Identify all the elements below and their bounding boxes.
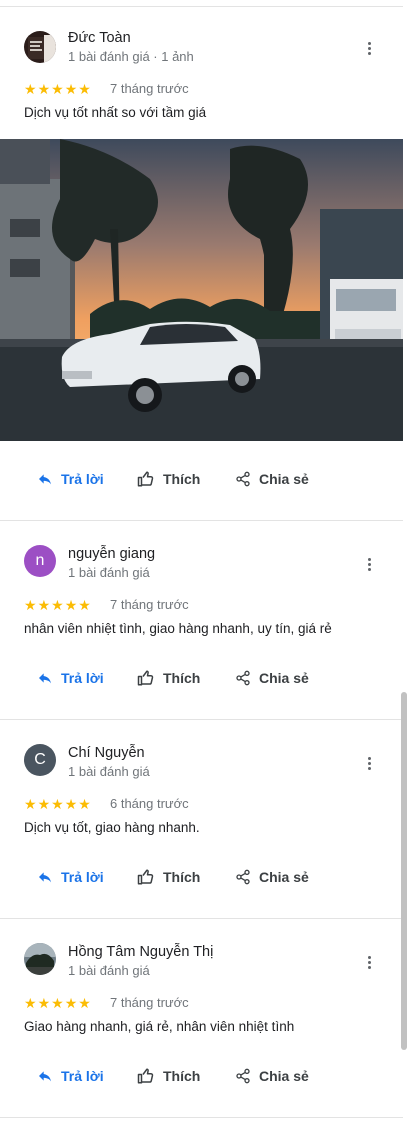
share-button[interactable]: Chia sẻ (235, 865, 309, 889)
star-icon: ★ (78, 597, 91, 613)
review-text: Dịch vụ tốt nhất so với tầm giá (24, 105, 207, 120)
review-text: nhân viên nhiệt tình, giao hàng nhanh, u… (24, 621, 332, 636)
star-icon: ★ (64, 796, 78, 812)
reviewer-meta: 1 bài đánh giá · 1 ảnh (68, 49, 194, 64)
star-icon: ★ (37, 597, 51, 613)
share-button[interactable]: Chia sẻ (235, 1064, 309, 1088)
reply-button[interactable]: Trả lời (37, 1064, 104, 1088)
thumbs-up-icon (137, 1068, 154, 1084)
star-icon: ★ (51, 597, 64, 613)
share-icon (236, 471, 250, 487)
reviewer-meta: 1 bài đánh giá (68, 764, 150, 779)
reply-button[interactable]: Trả lời (37, 865, 104, 889)
star-icon: ★ (51, 796, 64, 812)
avatar[interactable]: n (24, 545, 56, 577)
like-button[interactable]: Thích (137, 865, 200, 889)
reply-button[interactable]: Trả lời (37, 467, 104, 491)
review-divider (0, 918, 403, 919)
avatar-letter: n (35, 552, 45, 569)
review-actions: Trả lời Thích Chia sẻ (0, 865, 403, 889)
star-rating: ★ ★ ★ ★ ★ (24, 82, 91, 96)
thumbs-up-icon (137, 670, 154, 686)
review-divider (0, 719, 403, 720)
review-time: 7 tháng trước (110, 81, 189, 96)
avatar[interactable]: C (24, 744, 56, 776)
star-rating: ★ ★ ★ ★ ★ (24, 996, 91, 1010)
star-icon: ★ (78, 995, 91, 1011)
review-divider (0, 520, 403, 521)
share-label: Chia sẻ (259, 869, 309, 885)
star-rating: ★ ★ ★ ★ ★ (24, 598, 91, 612)
like-label: Thích (163, 1068, 201, 1084)
star-icon: ★ (37, 995, 51, 1011)
share-button[interactable]: Chia sẻ (235, 666, 309, 690)
reviewer-name[interactable]: nguyễn giang (68, 546, 155, 562)
star-icon: ★ (51, 81, 64, 97)
share-label: Chia sẻ (259, 471, 309, 487)
star-icon: ★ (24, 796, 37, 812)
reply-icon (39, 872, 51, 883)
reply-label: Trả lời (61, 1068, 104, 1084)
review-text: Dịch vụ tốt, giao hàng nhanh. (24, 820, 200, 835)
review-time: 6 tháng trước (110, 796, 189, 811)
reply-icon (39, 474, 51, 485)
like-button[interactable]: Thích (137, 1064, 200, 1088)
star-icon: ★ (37, 81, 51, 97)
share-button[interactable]: Chia sẻ (235, 467, 309, 491)
thumbs-up-icon (137, 869, 154, 885)
top-divider (0, 0, 403, 7)
star-icon: ★ (64, 995, 78, 1011)
thumbs-up-icon (137, 471, 154, 487)
reply-label: Trả lời (61, 670, 104, 686)
scrollbar[interactable] (401, 692, 407, 1050)
share-icon (236, 1068, 250, 1084)
more-options-button[interactable] (360, 754, 378, 772)
star-icon: ★ (64, 597, 78, 613)
star-icon: ★ (24, 995, 37, 1011)
reply-icon (39, 1071, 51, 1082)
more-options-button[interactable] (360, 39, 378, 57)
avatar[interactable] (24, 31, 56, 63)
reviewer-name[interactable]: Hồng Tâm Nguyễn Thị (68, 944, 213, 960)
like-button[interactable]: Thích (137, 666, 200, 690)
avatar[interactable] (24, 943, 56, 975)
star-icon: ★ (24, 81, 37, 97)
reviewer-meta: 1 bài đánh giá (68, 565, 150, 580)
star-icon: ★ (37, 796, 51, 812)
more-options-button[interactable] (360, 555, 378, 573)
share-label: Chia sẻ (259, 1068, 309, 1084)
like-button[interactable]: Thích (137, 467, 200, 491)
reply-icon (39, 673, 51, 684)
star-rating: ★ ★ ★ ★ ★ (24, 797, 91, 811)
reviewer-name[interactable]: Chí Nguyễn (68, 745, 145, 761)
star-icon: ★ (64, 81, 78, 97)
review-actions: Trả lời Thích Chia sẻ (0, 1064, 403, 1088)
review-photo[interactable] (0, 139, 403, 441)
star-icon: ★ (78, 796, 91, 812)
share-icon (236, 869, 250, 885)
reviewer-meta: 1 bài đánh giá (68, 963, 150, 978)
reviewer-name[interactable]: Đức Toàn (68, 30, 131, 46)
review-time: 7 tháng trước (110, 597, 189, 612)
share-icon (236, 670, 250, 686)
share-label: Chia sẻ (259, 670, 309, 686)
star-icon: ★ (51, 995, 64, 1011)
review-actions: Trả lời Thích Chia sẻ (0, 666, 403, 690)
reply-label: Trả lời (61, 869, 104, 885)
reply-button[interactable]: Trả lời (37, 666, 104, 690)
star-icon: ★ (78, 81, 91, 97)
review-time: 7 tháng trước (110, 995, 189, 1010)
review-actions: Trả lời Thích Chia sẻ (0, 467, 403, 491)
like-label: Thích (163, 471, 201, 487)
like-label: Thích (163, 869, 201, 885)
reply-label: Trả lời (61, 471, 104, 487)
avatar-letter: C (34, 751, 46, 768)
like-label: Thích (163, 670, 201, 686)
review-divider (0, 1117, 403, 1118)
star-icon: ★ (24, 597, 37, 613)
more-options-button[interactable] (360, 953, 378, 971)
review-text: Giao hàng nhanh, giá rẻ, nhân viên nhiệt… (24, 1019, 295, 1034)
